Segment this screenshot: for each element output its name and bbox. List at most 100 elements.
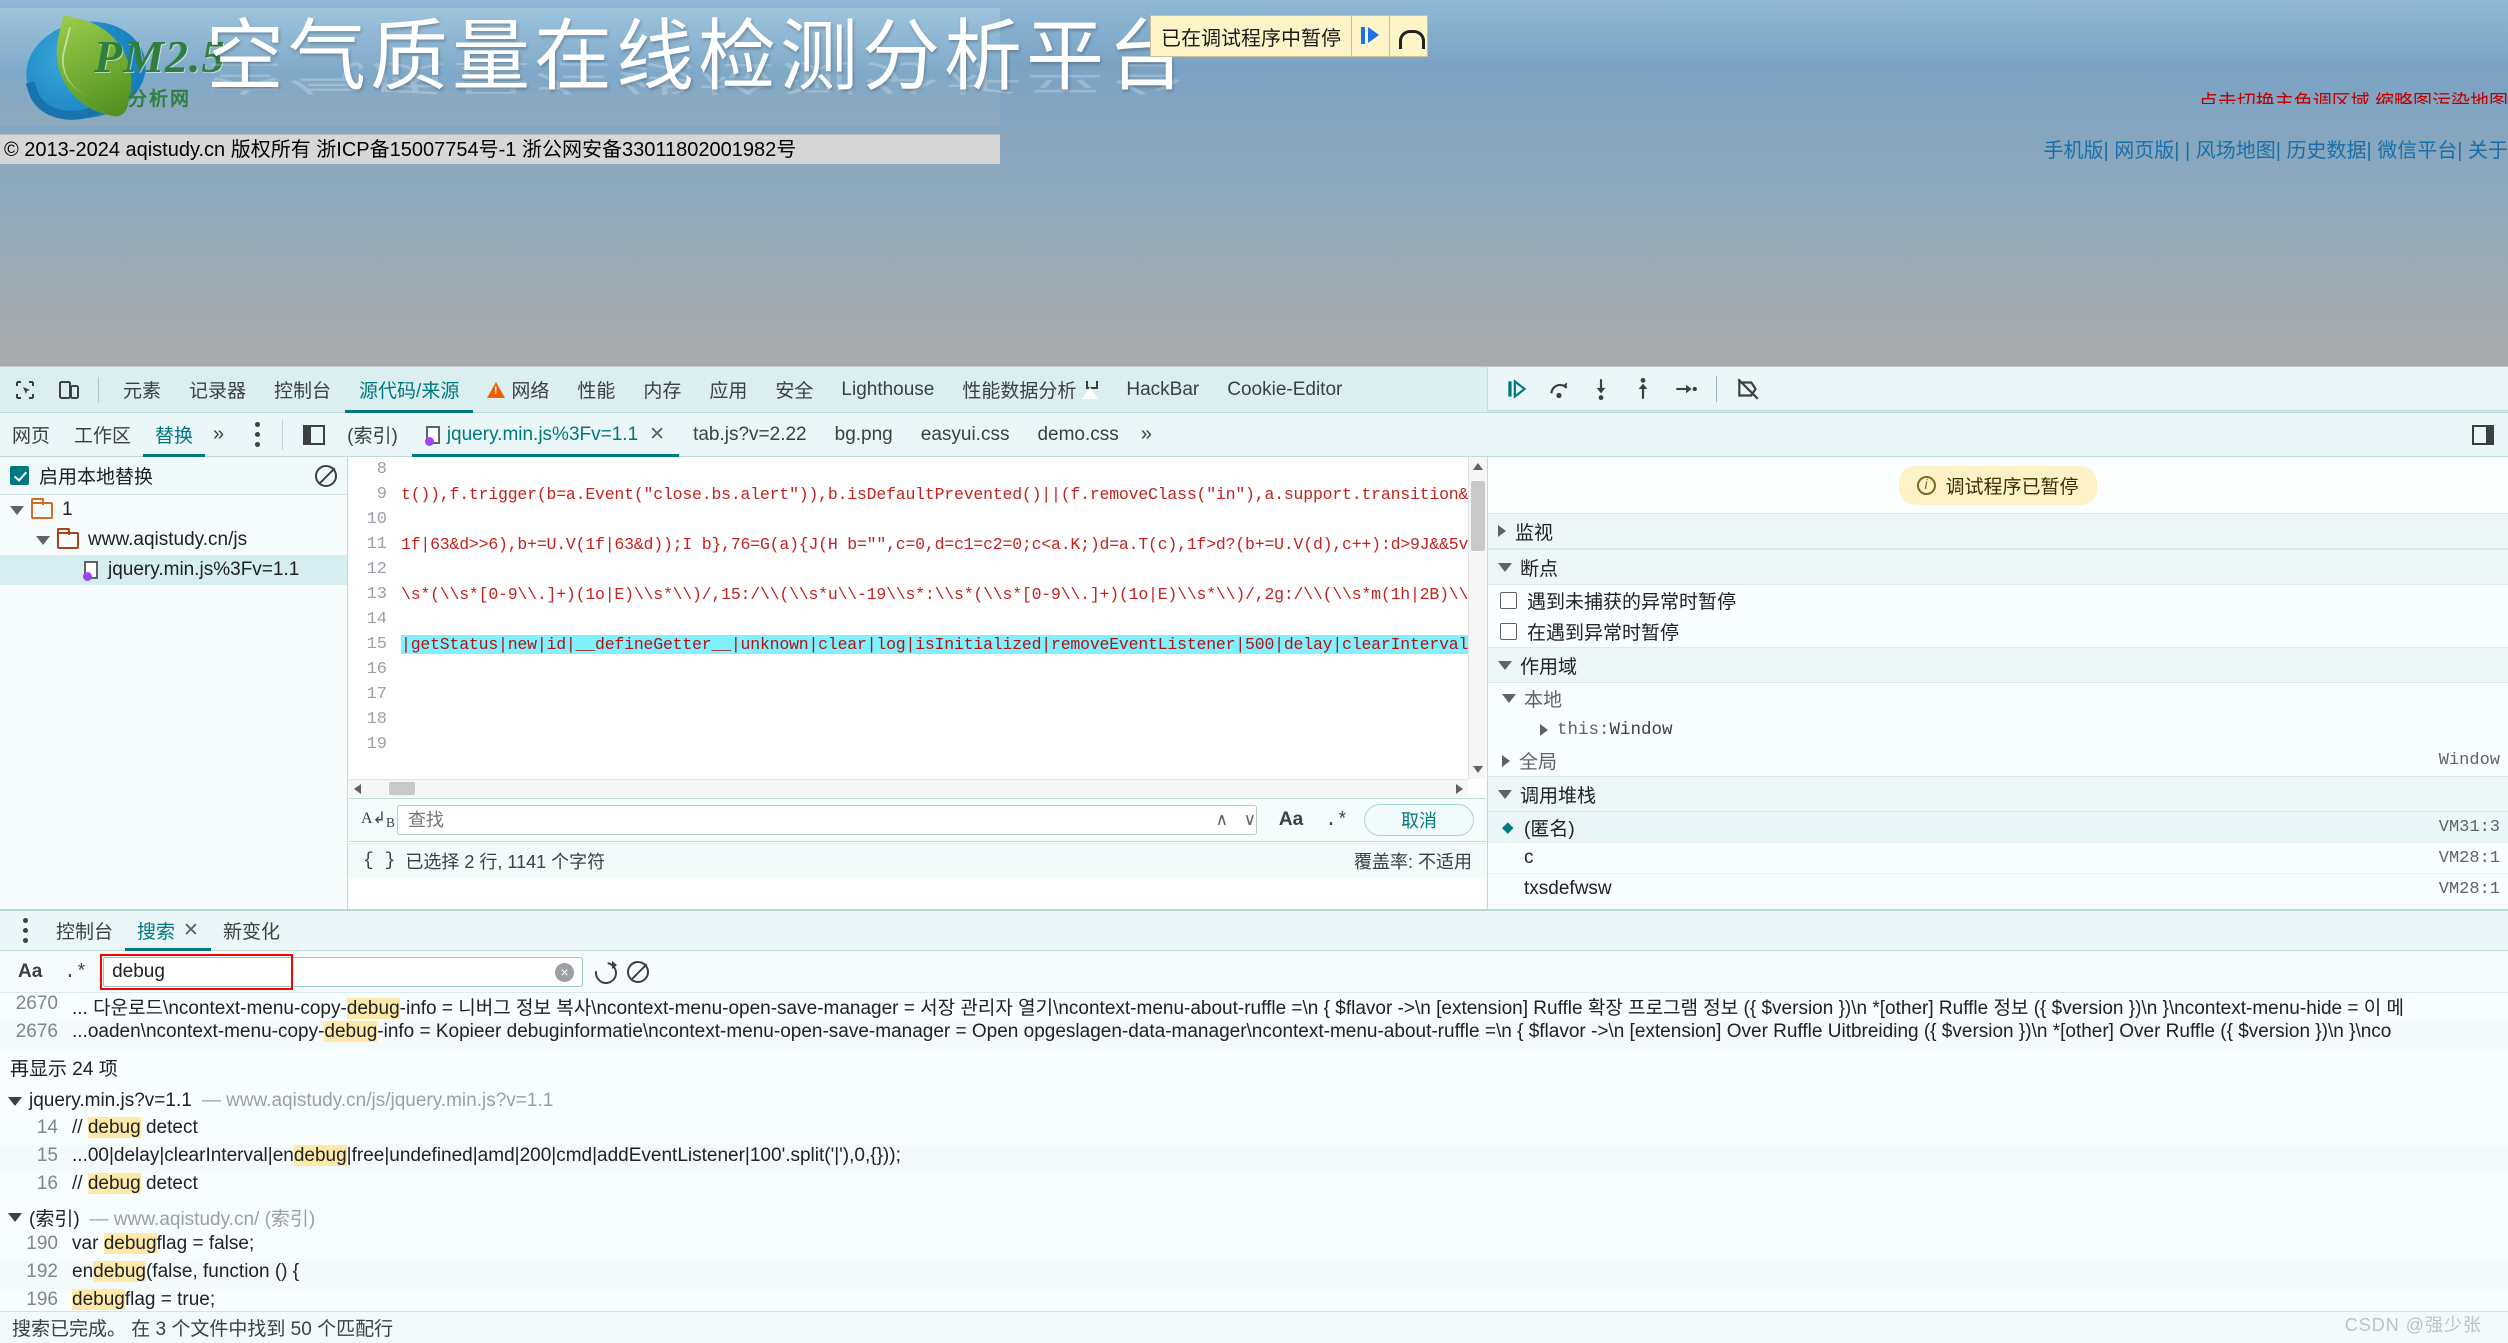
step-button[interactable]	[1666, 371, 1704, 407]
search-results-list[interactable]: 2670... 다운로드\ncontext-menu-copy-debug-in…	[0, 993, 2508, 1311]
breakpoint-option-遇到未捕获的异常时暂停[interactable]: 遇到未捕获的异常时暂停	[1488, 585, 2508, 616]
scroll-down-icon[interactable]	[1473, 766, 1483, 773]
editor-vertical-scrollbar[interactable]	[1468, 457, 1486, 779]
callstack-section-header[interactable]: 调用堆栈	[1488, 776, 2508, 812]
horizontal-scroll-thumb[interactable]	[389, 782, 415, 795]
line-number[interactable]: 19	[349, 735, 401, 754]
code-content[interactable]: 89t()),f.trigger(b=a.Event("close.bs.ale…	[349, 457, 1486, 779]
device-toolbar-icon[interactable]	[50, 371, 88, 409]
line-number[interactable]: 11	[349, 535, 401, 554]
tab-记录器[interactable]: 记录器	[175, 367, 260, 413]
drawer-tab-控制台[interactable]: 控制台	[44, 911, 125, 951]
tab-控制台[interactable]: 控制台	[260, 367, 345, 413]
refresh-search-icon[interactable]	[593, 960, 617, 984]
breakpoint-option-在遇到异常时暂停[interactable]: 在遇到异常时暂停	[1488, 616, 2508, 647]
line-number[interactable]: 17	[349, 685, 401, 704]
navigator-tab-替换[interactable]: 替换	[143, 413, 205, 457]
step-out-button[interactable]	[1624, 371, 1662, 407]
file-tab-tab.js?v=2.22[interactable]: tab.js?v=2.22	[679, 413, 821, 457]
find-input[interactable]	[397, 805, 1257, 835]
scope-property-this:[interactable]: this: Window	[1488, 714, 2508, 745]
step-into-button[interactable]	[1582, 371, 1620, 407]
code-line[interactable]: 16	[349, 657, 1486, 682]
step-over-button[interactable]	[1540, 371, 1578, 407]
code-line[interactable]: 12	[349, 557, 1486, 582]
tab-源代码/来源[interactable]: 源代码/来源	[345, 367, 473, 413]
clear-results-icon[interactable]	[627, 961, 649, 983]
file-tab-easyui.css[interactable]: easyui.css	[907, 413, 1024, 457]
search-regex-toggle[interactable]: .*	[58, 961, 93, 983]
search-result-row[interactable]: 16// debug detect	[0, 1173, 2508, 1201]
file-tab-jquery.min.js%3Fv=1.1[interactable]: jquery.min.js%3Fv=1.1✕	[412, 413, 679, 457]
scroll-up-icon[interactable]	[1473, 463, 1483, 470]
show-debugger-sidebar-icon[interactable]	[2464, 416, 2502, 454]
line-number[interactable]: 18	[349, 710, 401, 729]
clear-input-icon[interactable]: ×	[555, 963, 574, 982]
search-result-row[interactable]: 190var debugflag = false;	[0, 1233, 2508, 1261]
scroll-left-icon[interactable]	[354, 784, 361, 794]
breakpoint-option-checkbox[interactable]	[1500, 592, 1517, 609]
scope-group-本地[interactable]: 本地	[1488, 683, 2508, 714]
search-result-row[interactable]: 15...00|delay|clearInterval|endebug|free…	[0, 1145, 2508, 1173]
search-result-row[interactable]: 2676...oaden\ncontext-menu-copy-debug-in…	[0, 1021, 2508, 1049]
file-tab-demo.css[interactable]: demo.css	[1023, 413, 1132, 457]
call-frame-txsdefwsw[interactable]: txsdefwswVM28:1	[1488, 874, 2508, 905]
find-regex-toggle[interactable]: .*	[1319, 809, 1354, 831]
search-input[interactable]	[103, 957, 583, 987]
search-result-file-header[interactable]: (索引)— www.aqistudy.cn/ (索引)	[0, 1201, 2508, 1233]
breakpoint-option-checkbox[interactable]	[1500, 623, 1517, 640]
call-frame-c[interactable]: cVM28:1	[1488, 843, 2508, 874]
scope-section-header[interactable]: 作用域	[1488, 647, 2508, 683]
find-prev-icon[interactable]: ∧	[1209, 810, 1235, 830]
tree-item-jquery.min.js%3Fv=1.1[interactable]: jquery.min.js%3Fv=1.1	[0, 555, 347, 585]
pretty-print-icon[interactable]: { }	[363, 851, 395, 871]
tab-安全[interactable]: 安全	[761, 367, 827, 413]
search-result-row[interactable]: 192endebug(false, function () {	[0, 1261, 2508, 1289]
tab-Cookie-Editor[interactable]: Cookie-Editor	[1213, 367, 1356, 413]
banner-step-over-button[interactable]	[1389, 16, 1427, 56]
find-next-icon[interactable]: ∨	[1237, 810, 1263, 830]
watch-section-header[interactable]: 监视	[1488, 513, 2508, 549]
site-link-bar[interactable]: 手机版| 网页版| | 风场地图| 历史数据| 微信平台| 关于	[2043, 134, 2508, 163]
line-number[interactable]: 10	[349, 510, 401, 529]
clear-overrides-icon[interactable]	[315, 465, 337, 487]
code-line[interactable]: 14	[349, 607, 1486, 632]
close-icon[interactable]: ✕	[183, 919, 199, 942]
file-tab-(索引)[interactable]: (索引)	[333, 413, 412, 457]
drawer-tab-搜索[interactable]: 搜索✕	[125, 911, 211, 951]
tree-item-1[interactable]: 1	[0, 495, 347, 525]
search-result-row[interactable]: 196debugflag = true;	[0, 1289, 2508, 1311]
navigator-more-tabs-icon[interactable]: »	[205, 423, 232, 446]
code-line[interactable]: 17	[349, 682, 1486, 707]
breakpoints-section-header[interactable]: 断点	[1488, 549, 2508, 585]
navigator-tab-工作区[interactable]: 工作区	[62, 413, 143, 457]
enable-overrides-checkbox[interactable]	[10, 466, 29, 485]
line-number[interactable]: 8	[349, 460, 401, 479]
more-tools-icon[interactable]	[6, 912, 44, 950]
inspect-element-icon[interactable]	[6, 371, 44, 409]
tree-item-www.aqistudy.cn/js[interactable]: www.aqistudy.cn/js	[0, 525, 347, 555]
navigator-tab-网页[interactable]: 网页	[0, 413, 62, 457]
tab-HackBar[interactable]: HackBar	[1112, 367, 1213, 413]
line-number[interactable]: 14	[349, 610, 401, 629]
tab-内存[interactable]: 内存	[629, 367, 695, 413]
show-more-results-link[interactable]: 再显示 24 项	[0, 1049, 2508, 1085]
tab-性能[interactable]: 性能	[563, 367, 629, 413]
enable-local-overrides-row[interactable]: 启用本地替换	[0, 457, 347, 495]
code-line[interactable]: 13\s*(\\s*[0-9\\.]+)(1o|E)\\s*\\)/,15:/\…	[349, 582, 1486, 607]
scope-group-全局[interactable]: 全局Window	[1488, 745, 2508, 776]
file-tabs-more-icon[interactable]: »	[1133, 423, 1160, 446]
tab-网络[interactable]: 网络	[473, 367, 563, 413]
resume-script-button[interactable]	[1498, 371, 1536, 407]
call-frame-(匿名)[interactable]: ◆(匿名)VM31:3	[1488, 812, 2508, 843]
tab-应用[interactable]: 应用	[695, 367, 761, 413]
code-line[interactable]: 8	[349, 457, 1486, 482]
line-number[interactable]: 15	[349, 635, 401, 654]
editor-horizontal-scrollbar[interactable]	[349, 779, 1468, 797]
line-number[interactable]: 13	[349, 585, 401, 604]
search-result-row[interactable]: 2670... 다운로드\ncontext-menu-copy-debug-in…	[0, 993, 2508, 1021]
file-tab-bg.png[interactable]: bg.png	[821, 413, 907, 457]
search-match-case-toggle[interactable]: Aa	[12, 961, 48, 983]
code-line[interactable]: 18	[349, 707, 1486, 732]
vertical-scroll-thumb[interactable]	[1471, 481, 1485, 551]
